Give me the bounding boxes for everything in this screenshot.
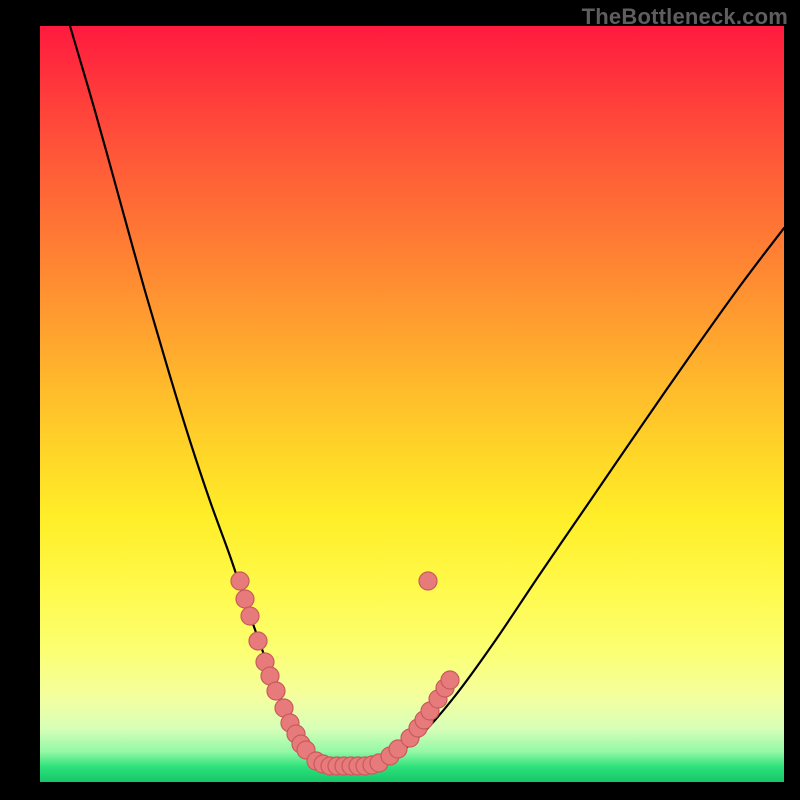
marker-dot (419, 572, 437, 590)
marker-dot (249, 632, 267, 650)
curve-svg (40, 26, 784, 782)
bottleneck-curve (70, 26, 784, 767)
marker-dot (267, 682, 285, 700)
markers-trough (307, 752, 388, 775)
marker-dot (236, 590, 254, 608)
marker-dot (241, 607, 259, 625)
chart-stage: TheBottleneck.com (0, 0, 800, 800)
plot-area (40, 26, 784, 782)
markers-left (231, 572, 315, 759)
markers-right (381, 572, 459, 765)
marker-dot (441, 671, 459, 689)
marker-dot (231, 572, 249, 590)
